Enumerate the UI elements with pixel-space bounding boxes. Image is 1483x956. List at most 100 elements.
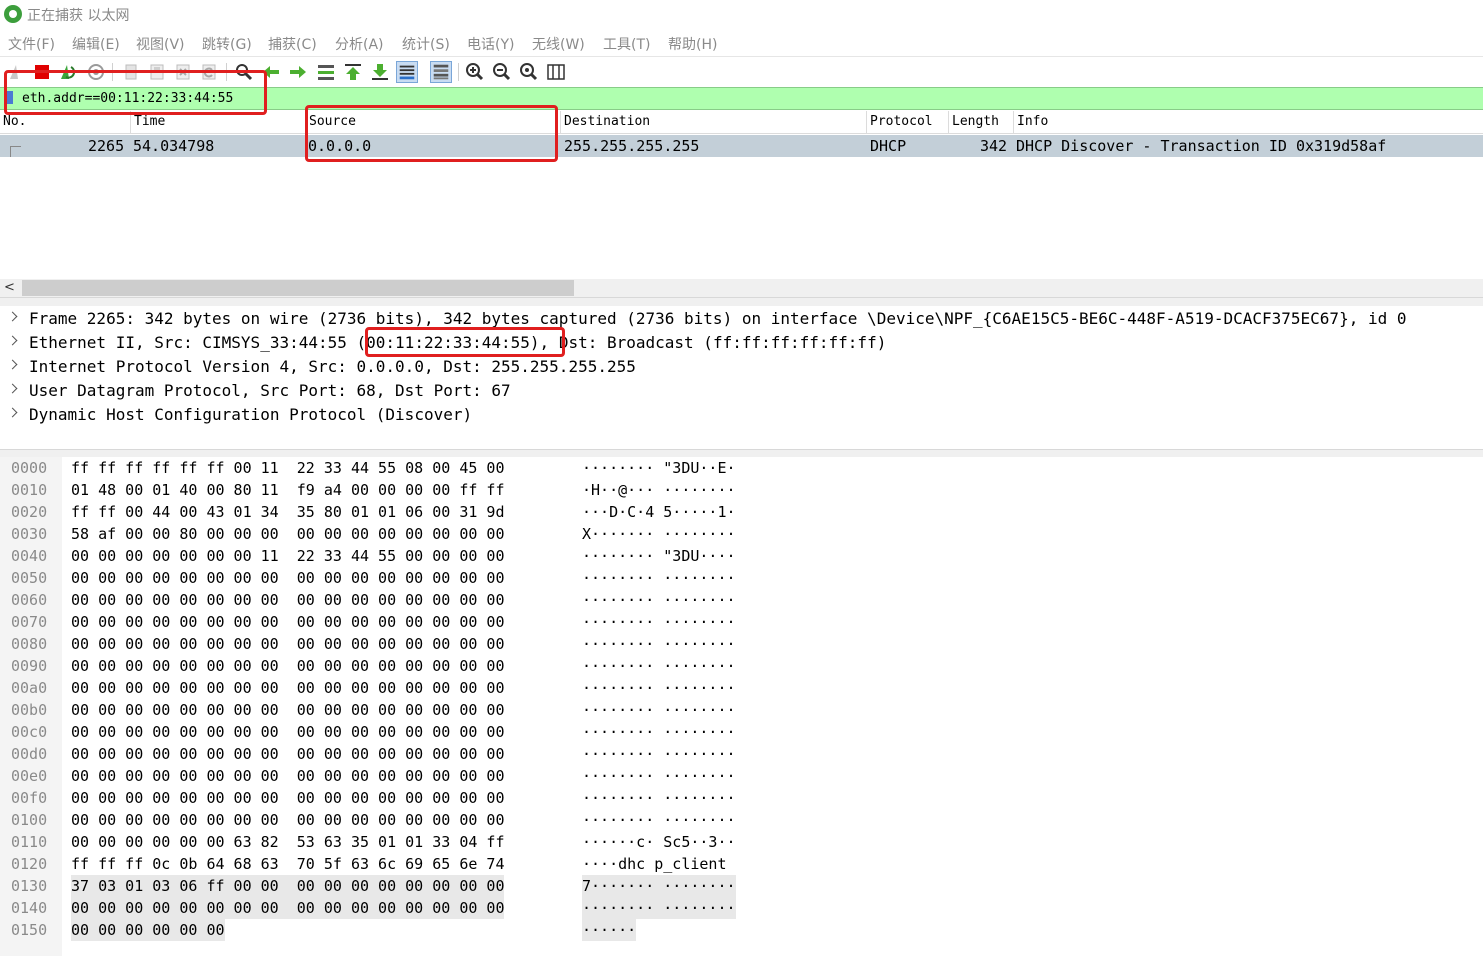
hex-bytes[interactable]: 00 00 00 00 00 00 00 00 00 00 00 00 00 0… (71, 589, 504, 611)
menu-help[interactable]: 帮助(H) (668, 34, 717, 54)
hex-ascii[interactable]: ········ "3DU··E· (582, 457, 736, 479)
hex-ascii[interactable]: ········ ········ (582, 589, 736, 611)
packet-row-selected[interactable]: 2265 54.034798 0.0.0.0 255.255.255.255 D… (0, 135, 1483, 157)
detail-frame[interactable]: Frame 2265: 342 bytes on wire (2736 bits… (0, 307, 1483, 331)
hex-row[interactable]: 00c0 00 00 00 00 00 00 00 00 00 00 00 00 … (0, 721, 1483, 743)
hex-bytes[interactable]: 00 00 00 00 00 00 00 00 00 00 00 00 00 0… (71, 787, 504, 809)
menu-statistics[interactable]: 统计(S) (402, 34, 450, 54)
hex-row[interactable]: 0050 00 00 00 00 00 00 00 00 00 00 00 00 … (0, 567, 1483, 589)
hex-row[interactable]: 0030 58 af 00 00 80 00 00 00 00 00 00 00 … (0, 523, 1483, 545)
hex-ascii[interactable]: ········ ········ (582, 809, 736, 831)
column-header-length[interactable]: Length (948, 111, 1013, 133)
hex-bytes[interactable]: 00 00 00 00 00 00 00 00 00 00 00 00 00 0… (71, 809, 504, 831)
hex-row[interactable]: 0070 00 00 00 00 00 00 00 00 00 00 00 00 … (0, 611, 1483, 633)
column-header-info[interactable]: Info (1013, 111, 1483, 133)
hex-bytes[interactable]: 00 00 00 00 00 00 (71, 919, 225, 941)
hex-bytes[interactable]: 00 00 00 00 00 00 00 11 22 33 44 55 00 0… (71, 545, 504, 567)
hex-bytes[interactable]: 58 af 00 00 80 00 00 00 00 00 00 00 00 0… (71, 523, 504, 545)
menu-go[interactable]: 跳转(G) (202, 34, 252, 54)
go-forward-icon[interactable] (287, 61, 309, 83)
hex-row[interactable]: 0080 00 00 00 00 00 00 00 00 00 00 00 00 … (0, 633, 1483, 655)
menu-view[interactable]: 视图(V) (136, 34, 185, 54)
hex-ascii[interactable]: ···D·C·4 5·····1· (582, 501, 736, 523)
hex-bytes[interactable]: 00 00 00 00 00 00 00 00 00 00 00 00 00 0… (71, 677, 504, 699)
hex-bytes[interactable]: 00 00 00 00 00 00 00 00 00 00 00 00 00 0… (71, 655, 504, 677)
go-first-icon[interactable] (342, 61, 364, 83)
hex-row[interactable]: 0120 ff ff ff 0c 0b 64 68 63 70 5f 63 6c … (0, 853, 1483, 875)
hex-ascii[interactable]: X······· ········ (582, 523, 736, 545)
hex-bytes[interactable]: 00 00 00 00 00 00 63 82 53 63 35 01 01 3… (71, 831, 504, 853)
hex-row[interactable]: 00e0 00 00 00 00 00 00 00 00 00 00 00 00 … (0, 765, 1483, 787)
hex-ascii[interactable]: ········ ········ (582, 743, 736, 765)
hex-row[interactable]: 0140 00 00 00 00 00 00 00 00 00 00 00 00 … (0, 897, 1483, 919)
hex-bytes[interactable]: 37 03 01 03 06 ff 00 00 00 00 00 00 00 0… (71, 875, 505, 897)
hex-ascii[interactable]: ······c· Sc5··3·· (582, 831, 736, 853)
hex-row[interactable]: 0150 00 00 00 00 00 00 ······ (0, 919, 1483, 941)
hex-bytes[interactable]: 00 00 00 00 00 00 00 00 00 00 00 00 00 0… (71, 721, 504, 743)
hex-row[interactable]: 00a0 00 00 00 00 00 00 00 00 00 00 00 00 … (0, 677, 1483, 699)
hex-row[interactable]: 0010 01 48 00 01 40 00 80 11 f9 a4 00 00 … (0, 479, 1483, 501)
hex-row[interactable]: 0040 00 00 00 00 00 00 00 11 22 33 44 55 … (0, 545, 1483, 567)
hex-ascii[interactable]: ····dhc p_client (582, 853, 727, 875)
hex-row[interactable]: 0060 00 00 00 00 00 00 00 00 00 00 00 00 … (0, 589, 1483, 611)
hex-ascii[interactable]: 7······· ········ (582, 875, 736, 897)
detail-udp[interactable]: User Datagram Protocol, Src Port: 68, Ds… (0, 379, 1483, 403)
hex-ascii[interactable]: ······ (582, 919, 637, 941)
hex-bytes[interactable]: 00 00 00 00 00 00 00 00 00 00 00 00 00 0… (71, 743, 504, 765)
hex-bytes[interactable]: 00 00 00 00 00 00 00 00 00 00 00 00 00 0… (71, 765, 504, 787)
hex-row[interactable]: 0130 37 03 01 03 06 ff 00 00 00 00 00 00 … (0, 875, 1483, 897)
hex-ascii[interactable]: ········ ········ (582, 677, 736, 699)
hex-row[interactable]: 0090 00 00 00 00 00 00 00 00 00 00 00 00 … (0, 655, 1483, 677)
hex-row[interactable]: 0110 00 00 00 00 00 00 63 82 53 63 35 01 … (0, 831, 1483, 853)
menu-capture[interactable]: 捕获(C) (268, 34, 317, 54)
hex-bytes[interactable]: ff ff 00 44 00 43 01 34 35 80 01 01 06 0… (71, 501, 504, 523)
zoom-out-icon[interactable] (491, 61, 513, 83)
hex-ascii[interactable]: ········ ········ (582, 567, 736, 589)
hex-bytes[interactable]: 01 48 00 01 40 00 80 11 f9 a4 00 00 00 0… (71, 479, 504, 501)
hex-ascii[interactable]: ········ ········ (582, 897, 736, 919)
hex-ascii[interactable]: ········ ········ (582, 655, 736, 677)
hex-ascii[interactable]: ········ ········ (582, 699, 736, 721)
hex-bytes[interactable]: 00 00 00 00 00 00 00 00 00 00 00 00 00 0… (71, 897, 505, 919)
colorize-icon[interactable] (430, 61, 452, 83)
go-last-icon[interactable] (369, 61, 391, 83)
hex-ascii[interactable]: ········ ········ (582, 787, 736, 809)
scroll-thumb[interactable] (22, 280, 574, 296)
hex-ascii[interactable]: ········ ········ (582, 611, 736, 633)
hex-ascii[interactable]: ········ ········ (582, 633, 736, 655)
menu-telephony[interactable]: 电话(Y) (467, 34, 514, 54)
auto-scroll-icon[interactable] (396, 61, 418, 83)
menu-analyze[interactable]: 分析(A) (335, 34, 384, 54)
hex-ascii[interactable]: ·H··@··· ········ (582, 479, 736, 501)
hex-row[interactable]: 00b0 00 00 00 00 00 00 00 00 00 00 00 00 … (0, 699, 1483, 721)
hex-row[interactable]: 00f0 00 00 00 00 00 00 00 00 00 00 00 00 … (0, 787, 1483, 809)
hex-bytes[interactable]: 00 00 00 00 00 00 00 00 00 00 00 00 00 0… (71, 699, 504, 721)
column-header-protocol[interactable]: Protocol (866, 111, 948, 133)
hex-row[interactable]: 0000 ff ff ff ff ff ff 00 11 22 33 44 55 … (0, 457, 1483, 479)
hex-bytes[interactable]: 00 00 00 00 00 00 00 00 00 00 00 00 00 0… (71, 633, 504, 655)
detail-ethernet[interactable]: Ethernet II, Src: CIMSYS_33:44:55 (00:11… (0, 331, 1483, 355)
zoom-in-icon[interactable] (464, 61, 486, 83)
hex-row[interactable]: 00d0 00 00 00 00 00 00 00 00 00 00 00 00 … (0, 743, 1483, 765)
packet-list-hscrollbar[interactable]: < (0, 279, 1483, 297)
scroll-left-arrow-icon[interactable]: < (4, 280, 15, 295)
detail-ipv4[interactable]: Internet Protocol Version 4, Src: 0.0.0.… (0, 355, 1483, 379)
expand-chevron-icon[interactable] (7, 407, 18, 418)
menu-edit[interactable]: 编辑(E) (72, 34, 120, 54)
column-header-destination[interactable]: Destination (560, 111, 866, 133)
hex-ascii[interactable]: ········ ········ (582, 765, 736, 787)
hex-bytes[interactable]: ff ff ff ff ff ff 00 11 22 33 44 55 08 0… (71, 457, 504, 479)
expand-chevron-icon[interactable] (7, 359, 18, 370)
menu-file[interactable]: 文件(F) (8, 34, 55, 54)
expand-chevron-icon[interactable] (7, 311, 18, 322)
resize-columns-icon[interactable] (545, 61, 567, 83)
hex-row[interactable]: 0020 ff ff 00 44 00 43 01 34 35 80 01 01 … (0, 501, 1483, 523)
hex-bytes[interactable]: 00 00 00 00 00 00 00 00 00 00 00 00 00 0… (71, 567, 504, 589)
normal-size-icon[interactable] (518, 61, 540, 83)
expand-chevron-icon[interactable] (7, 383, 18, 394)
hex-ascii[interactable]: ········ "3DU···· (582, 545, 736, 567)
hex-row[interactable]: 0100 00 00 00 00 00 00 00 00 00 00 00 00 … (0, 809, 1483, 831)
menu-tools[interactable]: 工具(T) (603, 34, 650, 54)
go-to-packet-icon[interactable] (315, 61, 337, 83)
expand-chevron-icon[interactable] (7, 335, 18, 346)
